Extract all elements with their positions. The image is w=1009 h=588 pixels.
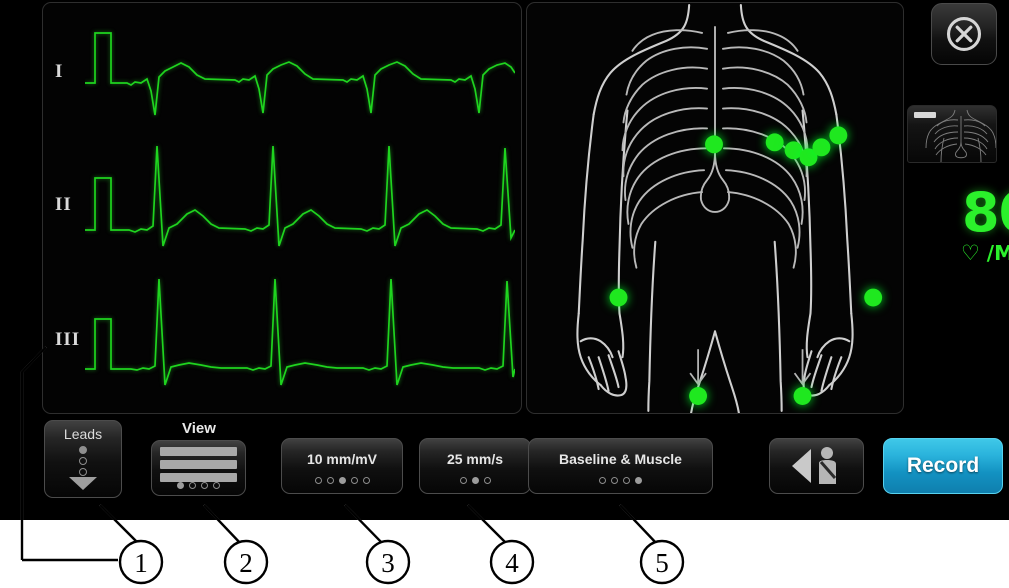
- callout-marker: [365, 539, 411, 585]
- view-dot: [213, 482, 220, 489]
- heart-outline-icon: ♡: [961, 241, 980, 265]
- speed-button-label: 25 mm/s: [446, 451, 504, 467]
- filter-step-indicator: [529, 477, 712, 484]
- callout-number: 3: [381, 548, 395, 578]
- leads-button[interactable]: Leads: [44, 420, 122, 498]
- gain-dot: [314, 477, 322, 484]
- speed-dot: [459, 477, 467, 484]
- view-dot: [189, 482, 196, 489]
- close-button[interactable]: [931, 3, 997, 65]
- callout-marker: [489, 539, 535, 585]
- callout-number: 2: [239, 548, 253, 578]
- ecg-lead-row: III: [43, 273, 521, 406]
- callout-number: 1: [134, 548, 148, 578]
- view-step-indicator: [152, 482, 245, 489]
- ecg-lead-label: I: [55, 60, 64, 82]
- filter-button[interactable]: Baseline & Muscle: [528, 438, 713, 494]
- ecg-device-frame: I II III 8 ♡ /M Leads View 10 mm/mV 25 m…: [0, 0, 1009, 520]
- gain-button-label: 10 mm/mV: [306, 451, 378, 467]
- view-bar: [160, 460, 237, 469]
- back-arrow-icon: [792, 449, 811, 483]
- heart-rate-unit-label: /MIN: [986, 241, 1009, 265]
- callout-marker: [223, 539, 269, 585]
- ecg-trace-lead-1: [85, 32, 515, 116]
- gain-dot: [326, 477, 334, 484]
- electrode-la[interactable]: [864, 288, 883, 307]
- view-control-group: View: [134, 418, 264, 502]
- electrode-v1[interactable]: [705, 135, 723, 154]
- view-dot: [201, 482, 208, 489]
- view-bar: [160, 447, 237, 456]
- ecg-lead-row: I: [43, 5, 521, 138]
- electrode-v2[interactable]: [765, 133, 784, 152]
- device-screen: I II III 8 ♡ /M Leads View 10 mm/mV 25 m…: [38, 0, 1009, 516]
- close-circle-icon: [946, 16, 982, 52]
- heart-rate-unit: ♡ /MIN: [961, 241, 1009, 265]
- speed-step-indicator: [420, 477, 530, 484]
- view-dot: [177, 482, 184, 489]
- electrode-rl[interactable]: [689, 387, 708, 405]
- callout-marker: [639, 539, 685, 585]
- leads-dot: [79, 446, 87, 454]
- filter-dot: [635, 477, 642, 484]
- patient-figure-icon: [819, 447, 837, 484]
- speed-button[interactable]: 25 mm/s: [419, 438, 531, 494]
- gain-step-indicator: [282, 477, 402, 484]
- record-button[interactable]: Record: [883, 438, 1003, 494]
- torso-diagram: [576, 4, 883, 413]
- electrode-placement-panel[interactable]: [526, 2, 904, 414]
- bottom-toolbar: Leads View 10 mm/mV 25 mm/s Baseline & M…: [38, 416, 1009, 516]
- filter-button-label: Baseline & Muscle: [559, 451, 682, 467]
- gain-dot: [362, 477, 370, 484]
- view-bar: [160, 473, 237, 482]
- torso-thumbnail-button[interactable]: [907, 105, 997, 163]
- speed-dot: [471, 477, 479, 484]
- electrode-v5[interactable]: [812, 138, 831, 157]
- filter-dot: [623, 477, 630, 484]
- ecg-trace-lead-3: [85, 278, 515, 386]
- ecg-lead-row: II: [43, 138, 521, 271]
- ecg-lead-label: II: [55, 193, 72, 215]
- callout-number: 5: [655, 548, 669, 578]
- heart-rate-display: 80 ♡ /MIN: [907, 175, 1009, 280]
- chevron-down-icon: [69, 477, 97, 490]
- ecg-waveform-panel[interactable]: I II III: [42, 2, 522, 414]
- callout-marker: [118, 539, 164, 585]
- leads-dot: [79, 457, 87, 465]
- speed-dot: [483, 477, 491, 484]
- leads-button-label: Leads: [63, 426, 103, 442]
- patient-back-button[interactable]: [769, 438, 864, 494]
- electrode-ll[interactable]: [793, 387, 812, 405]
- record-button-label: Record: [906, 454, 980, 477]
- heart-rate-value: 80: [962, 181, 1009, 244]
- callout-number: 4: [505, 548, 519, 578]
- electrode-ra[interactable]: [609, 288, 628, 307]
- torso-thumbnail-icon: [925, 109, 996, 162]
- leads-dot: [79, 468, 87, 476]
- ecg-lead-label: III: [55, 328, 81, 350]
- electrode-v6[interactable]: [829, 126, 848, 145]
- ecg-trace-lead-2: [85, 145, 515, 247]
- gain-dot: [338, 477, 346, 484]
- view-layout-icon: [160, 447, 237, 482]
- view-label: View: [182, 420, 216, 437]
- filter-dot: [599, 477, 606, 484]
- filter-dot: [611, 477, 618, 484]
- gain-button[interactable]: 10 mm/mV: [281, 438, 403, 494]
- view-button[interactable]: [151, 440, 246, 496]
- gain-dot: [350, 477, 358, 484]
